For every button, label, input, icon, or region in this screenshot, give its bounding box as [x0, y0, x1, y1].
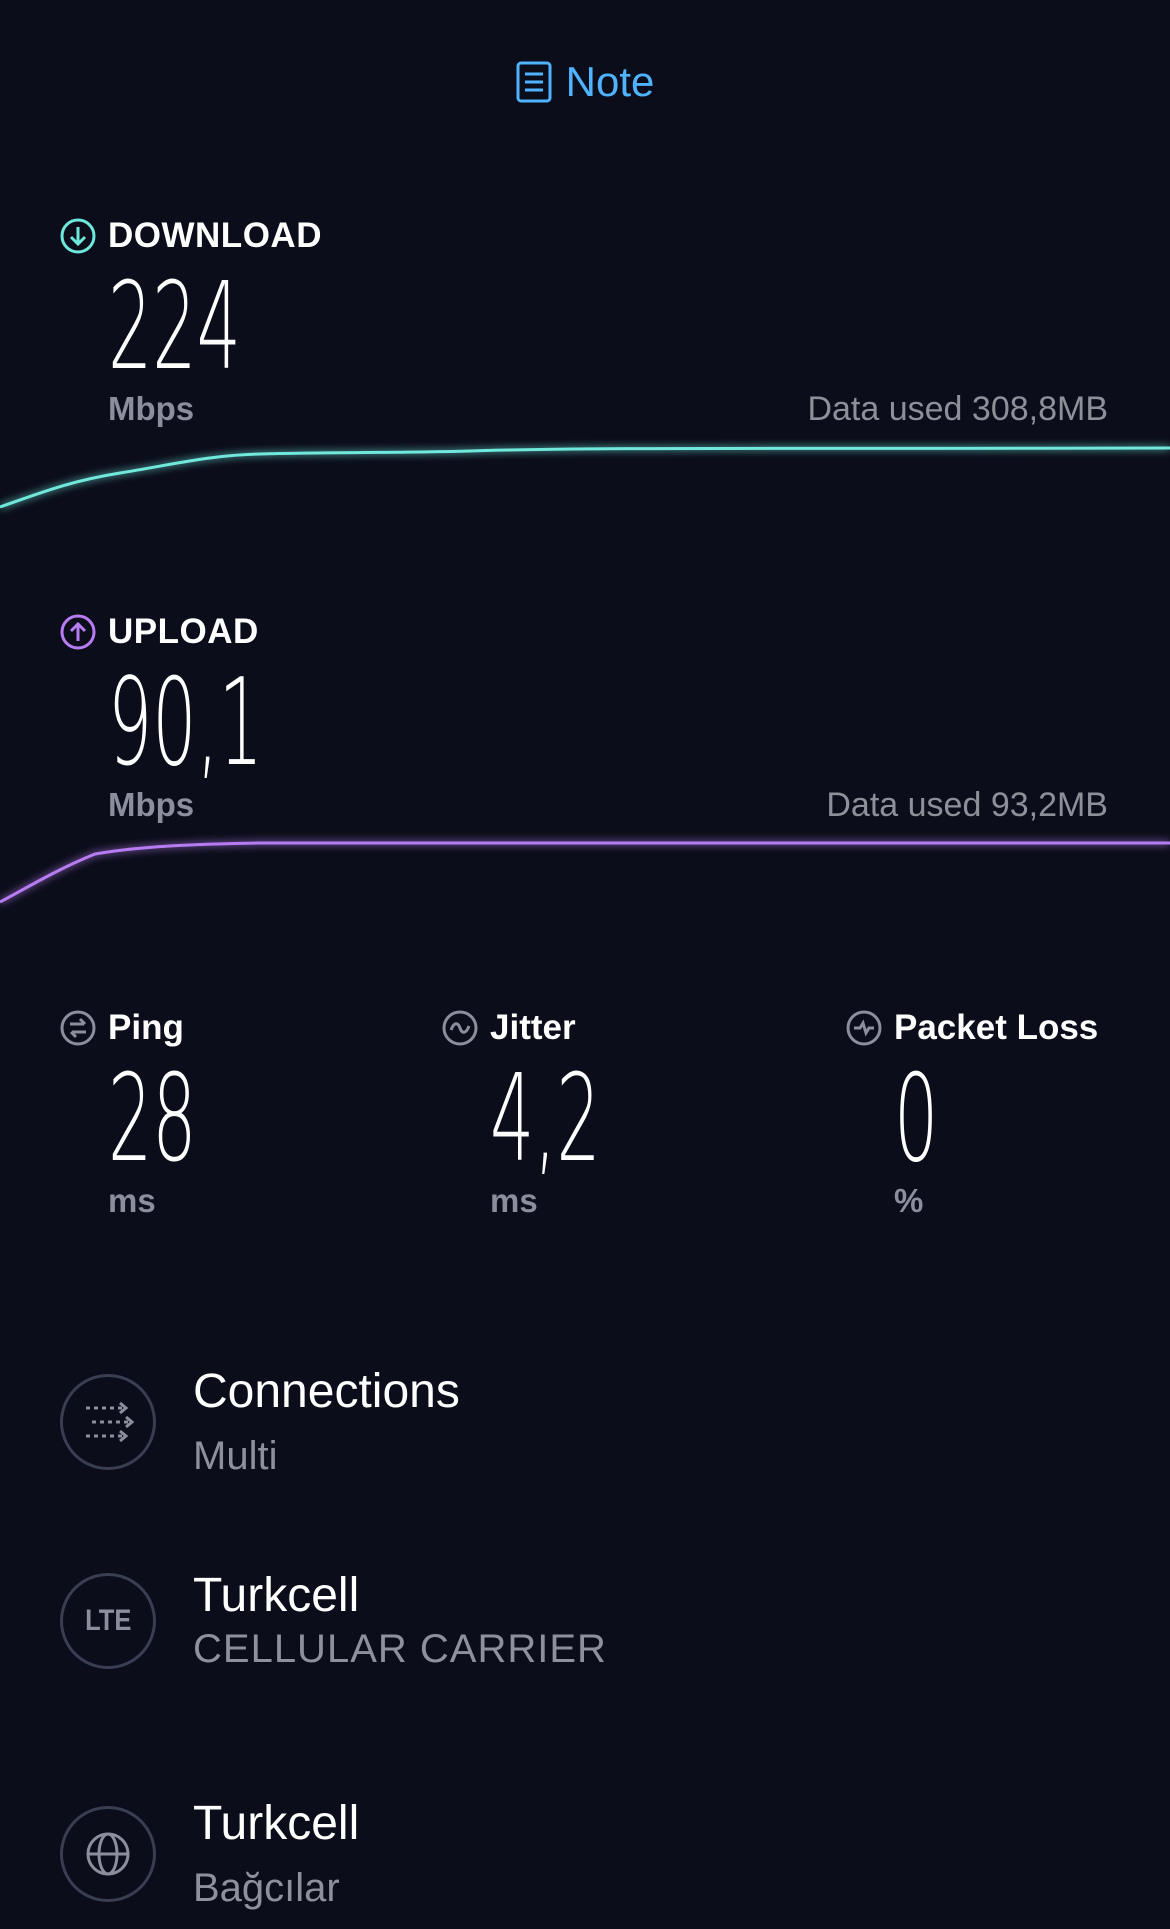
- ping-value: 28: [108, 1050, 197, 1189]
- packet-loss-title: Packet Loss: [894, 1008, 1099, 1047]
- carrier-row[interactable]: LTE: [60, 1573, 156, 1669]
- server-row[interactable]: [60, 1806, 156, 1902]
- jitter-icon: [442, 1010, 478, 1046]
- carrier-title: Turkcell: [193, 1569, 360, 1622]
- lte-icon: LTE: [60, 1573, 156, 1669]
- connections-title: Connections: [193, 1365, 460, 1418]
- connections-row[interactable]: [60, 1374, 156, 1470]
- upload-value: 90,1: [108, 654, 263, 793]
- jitter-value: 4,2: [490, 1050, 601, 1189]
- server-title: Turkcell: [193, 1797, 360, 1850]
- globe-icon: [60, 1806, 156, 1902]
- packet-loss-unit: %: [894, 1182, 924, 1219]
- lte-icon-text: LTE: [84, 1604, 132, 1637]
- download-arrow-icon: [60, 218, 96, 254]
- download-speed-graph: [0, 446, 1170, 509]
- ping-icon: [60, 1010, 96, 1046]
- download-title: DOWNLOAD: [108, 216, 322, 255]
- packet-loss-value: 0: [894, 1050, 939, 1189]
- document-icon: [516, 61, 552, 103]
- connections-icon: [60, 1374, 156, 1470]
- jitter-unit: ms: [490, 1182, 538, 1219]
- packet-loss-icon: [846, 1010, 882, 1046]
- jitter-metric: Jitter: [442, 1008, 576, 1048]
- server-location: Bağcılar: [193, 1866, 340, 1910]
- ping-unit: ms: [108, 1182, 156, 1219]
- download-heading: DOWNLOAD: [60, 216, 322, 256]
- packet-loss-metric: Packet Loss: [846, 1008, 1098, 1048]
- carrier-subtitle: CELLULAR CARRIER: [193, 1627, 607, 1671]
- upload-title: UPLOAD: [108, 612, 259, 651]
- connections-value: Multi: [193, 1434, 278, 1478]
- download-value: 224: [108, 258, 241, 397]
- ping-metric: Ping: [60, 1008, 184, 1048]
- jitter-title: Jitter: [490, 1008, 576, 1047]
- note-button[interactable]: Note: [0, 52, 1170, 112]
- ping-title: Ping: [108, 1008, 184, 1047]
- download-unit: Mbps: [108, 390, 195, 427]
- upload-arrow-icon: [60, 614, 96, 650]
- upload-speed-graph: [0, 841, 1170, 904]
- note-label: Note: [565, 58, 655, 105]
- upload-unit: Mbps: [108, 786, 195, 823]
- upload-heading: UPLOAD: [60, 612, 259, 652]
- download-data-used: Data used 308,8MB: [807, 390, 1108, 428]
